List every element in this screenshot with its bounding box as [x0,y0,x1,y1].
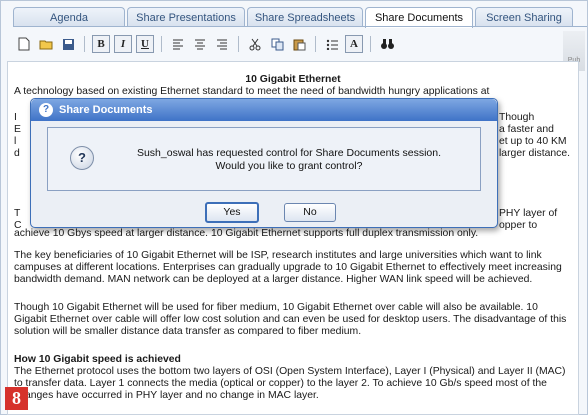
paste-icon[interactable] [290,35,308,53]
font-button[interactable]: A [345,35,363,53]
tab-underline [13,26,587,27]
dialog-message-line2: Would you like to grant control? [215,160,363,172]
editor-toolbar: B I U A [15,31,577,57]
copy-icon[interactable] [268,35,286,53]
tab-agenda[interactable]: Agenda [13,7,125,27]
dialog-titlebar: ? Share Documents [31,99,497,121]
bold-button[interactable]: B [92,35,110,53]
toolbar-separator [238,36,239,52]
document-title: 10 Gigabit Ethernet [245,74,341,85]
align-left-icon[interactable] [169,35,187,53]
tab-share-documents[interactable]: Share Documents [365,7,473,28]
bullet-list-icon[interactable] [323,35,341,53]
section-heading: How 10 Gigabit speed is achieved [14,354,572,366]
app-frame: Agenda Share Presentations Share Spreads… [0,0,588,415]
tab-share-presentations[interactable]: Share Presentations [127,7,245,27]
para1-line4-tail: larger distance. [499,148,571,159]
yes-button[interactable]: Yes [205,202,259,223]
toolbar-separator [84,36,85,52]
question-icon: ? [70,146,94,170]
toolbar-separator [315,36,316,52]
document-intro: A technology based on existing Ethernet … [14,86,490,97]
share-documents-dialog: ? Share Documents ? Sush_oswal has reque… [30,98,498,228]
toolbar-separator [161,36,162,52]
para4: Though 10 Gigabit Ethernet will be used … [14,302,567,337]
section-heading-text: How 10 Gigabit speed is achieved [14,354,181,365]
italic-button[interactable]: I [114,35,132,53]
para2-line3: achieve 10 Gbys speed at larger distance… [14,228,479,239]
para2-line1-tail: PHY layer of [499,208,558,219]
no-button[interactable]: No [284,203,336,222]
tab-screen-sharing[interactable]: Screen Sharing [475,7,573,27]
para1-line3-tail: et up to 40 KM [499,136,567,147]
help-icon: ? [39,103,53,117]
para5: The Ethernet protocol uses the bottom tw… [14,366,566,401]
dialog-message-panel: ? Sush_oswal has requested control for S… [47,127,481,191]
find-binoculars-icon[interactable] [378,35,396,53]
dialog-message-line1: Sush_oswal has requested control for Sha… [136,147,442,159]
tab-share-spreadsheets[interactable]: Share Spreadsheets [247,7,363,27]
save-icon[interactable] [59,35,77,53]
cut-icon[interactable] [246,35,264,53]
underline-button[interactable]: U [136,35,154,53]
para1-line2-tail: a faster and [499,124,554,135]
toolbar-separator [370,36,371,52]
open-folder-icon[interactable] [37,35,55,53]
new-document-icon[interactable] [15,35,33,53]
align-center-icon[interactable] [191,35,209,53]
dialog-title: Share Documents [59,104,153,116]
tab-bar: Agenda Share Presentations Share Spreads… [13,7,575,28]
para1-line1-tail: Though [499,112,535,123]
para3: The key beneficiaries of 10 Gigabit Ethe… [14,250,562,285]
dialog-message: Sush_oswal has requested control for Sha… [108,147,470,173]
figure-number-badge: 8 [5,387,28,410]
align-right-icon[interactable] [213,35,231,53]
